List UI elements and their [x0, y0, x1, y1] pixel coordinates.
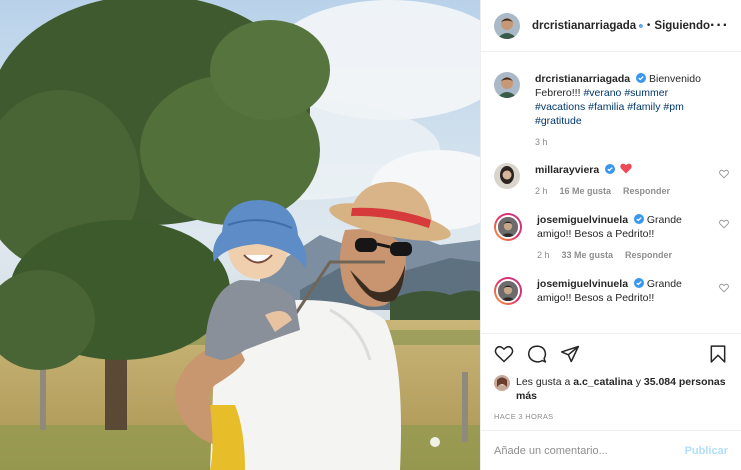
- add-comment-bar: Publicar: [481, 430, 741, 470]
- post-header: drcristianarriagada • Siguiendo ···: [481, 0, 741, 52]
- comment-meta: 2 h 33 Me gusta Responder: [537, 250, 713, 260]
- comment-time[interactable]: 2 h: [537, 250, 550, 260]
- comments-list: drcristianarriagada Bienvenido Febrero!!…: [481, 52, 741, 333]
- comment-text: josemiguelvinuela Grande amigo!! Besos a…: [537, 277, 713, 305]
- comment-body: josemiguelvinuela Grande amigo!! Besos a…: [537, 277, 729, 305]
- comment-body: millarayviera 2 h 16 Me gusta Responder: [535, 163, 729, 196]
- verified-badge-icon: [639, 23, 643, 28]
- commenter-avatar[interactable]: [494, 163, 520, 189]
- reply-button[interactable]: Responder: [623, 186, 670, 196]
- comment-bubble-icon[interactable]: [527, 344, 547, 364]
- comment-username[interactable]: millarayviera: [535, 164, 599, 176]
- comment-likes[interactable]: 33 Me gusta: [562, 250, 614, 260]
- comment-likes[interactable]: 16 Me gusta: [560, 186, 612, 196]
- story-ring-avatar[interactable]: [494, 277, 522, 305]
- likes-connector: y: [635, 376, 641, 388]
- separator-dot: •: [646, 20, 651, 31]
- reply-button[interactable]: Responder: [625, 250, 672, 260]
- caption-body: drcristianarriagada Bienvenido Febrero!!…: [535, 72, 729, 147]
- verified-badge-icon: [636, 73, 647, 83]
- comment-username[interactable]: josemiguelvinuela: [537, 214, 628, 226]
- caption-text: drcristianarriagada Bienvenido Febrero!!…: [535, 72, 713, 128]
- post-side-panel: drcristianarriagada • Siguiendo ··· drcr…: [480, 0, 741, 470]
- comment-time[interactable]: 2 h: [535, 186, 548, 196]
- author-avatar[interactable]: [494, 12, 520, 39]
- comment-item: josemiguelvinuela Grande amigo!! Besos a…: [494, 213, 729, 260]
- comment-text: millarayviera: [535, 163, 713, 177]
- verified-badge-icon: [633, 214, 644, 224]
- post-image: [0, 0, 480, 470]
- post-photo[interactable]: [0, 0, 480, 470]
- likes-summary: Les gusta a a.c_catalina y 35.084 person…: [494, 375, 728, 403]
- post-timestamp[interactable]: HACE 3 HORAS: [494, 412, 728, 421]
- comment-text: josemiguelvinuela Grande amigo!! Besos a…: [537, 213, 713, 241]
- following-button[interactable]: Siguiendo: [654, 20, 710, 32]
- like-comment-heart-icon[interactable]: [719, 283, 729, 293]
- comment-meta: 2 h 16 Me gusta Responder: [535, 186, 713, 196]
- share-send-icon[interactable]: [560, 344, 580, 364]
- caption-username[interactable]: drcristianarriagada: [535, 73, 630, 85]
- action-bar: Les gusta a a.c_catalina y 35.084 person…: [481, 333, 741, 430]
- verified-badge-icon: [633, 278, 644, 288]
- likes-count[interactable]: 35.084 personas: [644, 376, 726, 388]
- comment-item: josemiguelvinuela Grande amigo!! Besos a…: [494, 277, 729, 305]
- caption-time[interactable]: 3 h: [535, 137, 548, 147]
- publish-button[interactable]: Publicar: [685, 445, 728, 457]
- action-icons: [494, 344, 728, 364]
- comment-item: millarayviera 2 h 16 Me gusta Responder: [494, 163, 729, 196]
- comment-username[interactable]: josemiguelvinuela: [537, 278, 628, 290]
- caption-avatar[interactable]: [494, 72, 520, 98]
- comment-input[interactable]: [494, 444, 685, 457]
- save-bookmark-icon[interactable]: [708, 344, 728, 364]
- author-username[interactable]: drcristianarriagada: [532, 20, 636, 32]
- likes-user[interactable]: a.c_catalina: [573, 376, 633, 388]
- likes-text: Les gusta a a.c_catalina y 35.084 person…: [516, 375, 728, 403]
- liker-avatar[interactable]: [494, 375, 510, 391]
- like-heart-icon[interactable]: [494, 344, 514, 364]
- caption-meta: 3 h: [535, 137, 713, 147]
- comment-body: josemiguelvinuela Grande amigo!! Besos a…: [537, 213, 729, 260]
- red-heart-icon: [620, 163, 632, 174]
- likes-prefix: Les gusta a: [516, 376, 571, 388]
- caption: drcristianarriagada Bienvenido Febrero!!…: [494, 72, 729, 147]
- like-comment-heart-icon[interactable]: [719, 219, 729, 229]
- story-ring-avatar[interactable]: [494, 213, 522, 241]
- more-options-icon[interactable]: ···: [710, 17, 729, 33]
- like-comment-heart-icon[interactable]: [719, 169, 729, 179]
- verified-badge-icon: [605, 164, 616, 174]
- likes-suffix[interactable]: más: [516, 390, 537, 402]
